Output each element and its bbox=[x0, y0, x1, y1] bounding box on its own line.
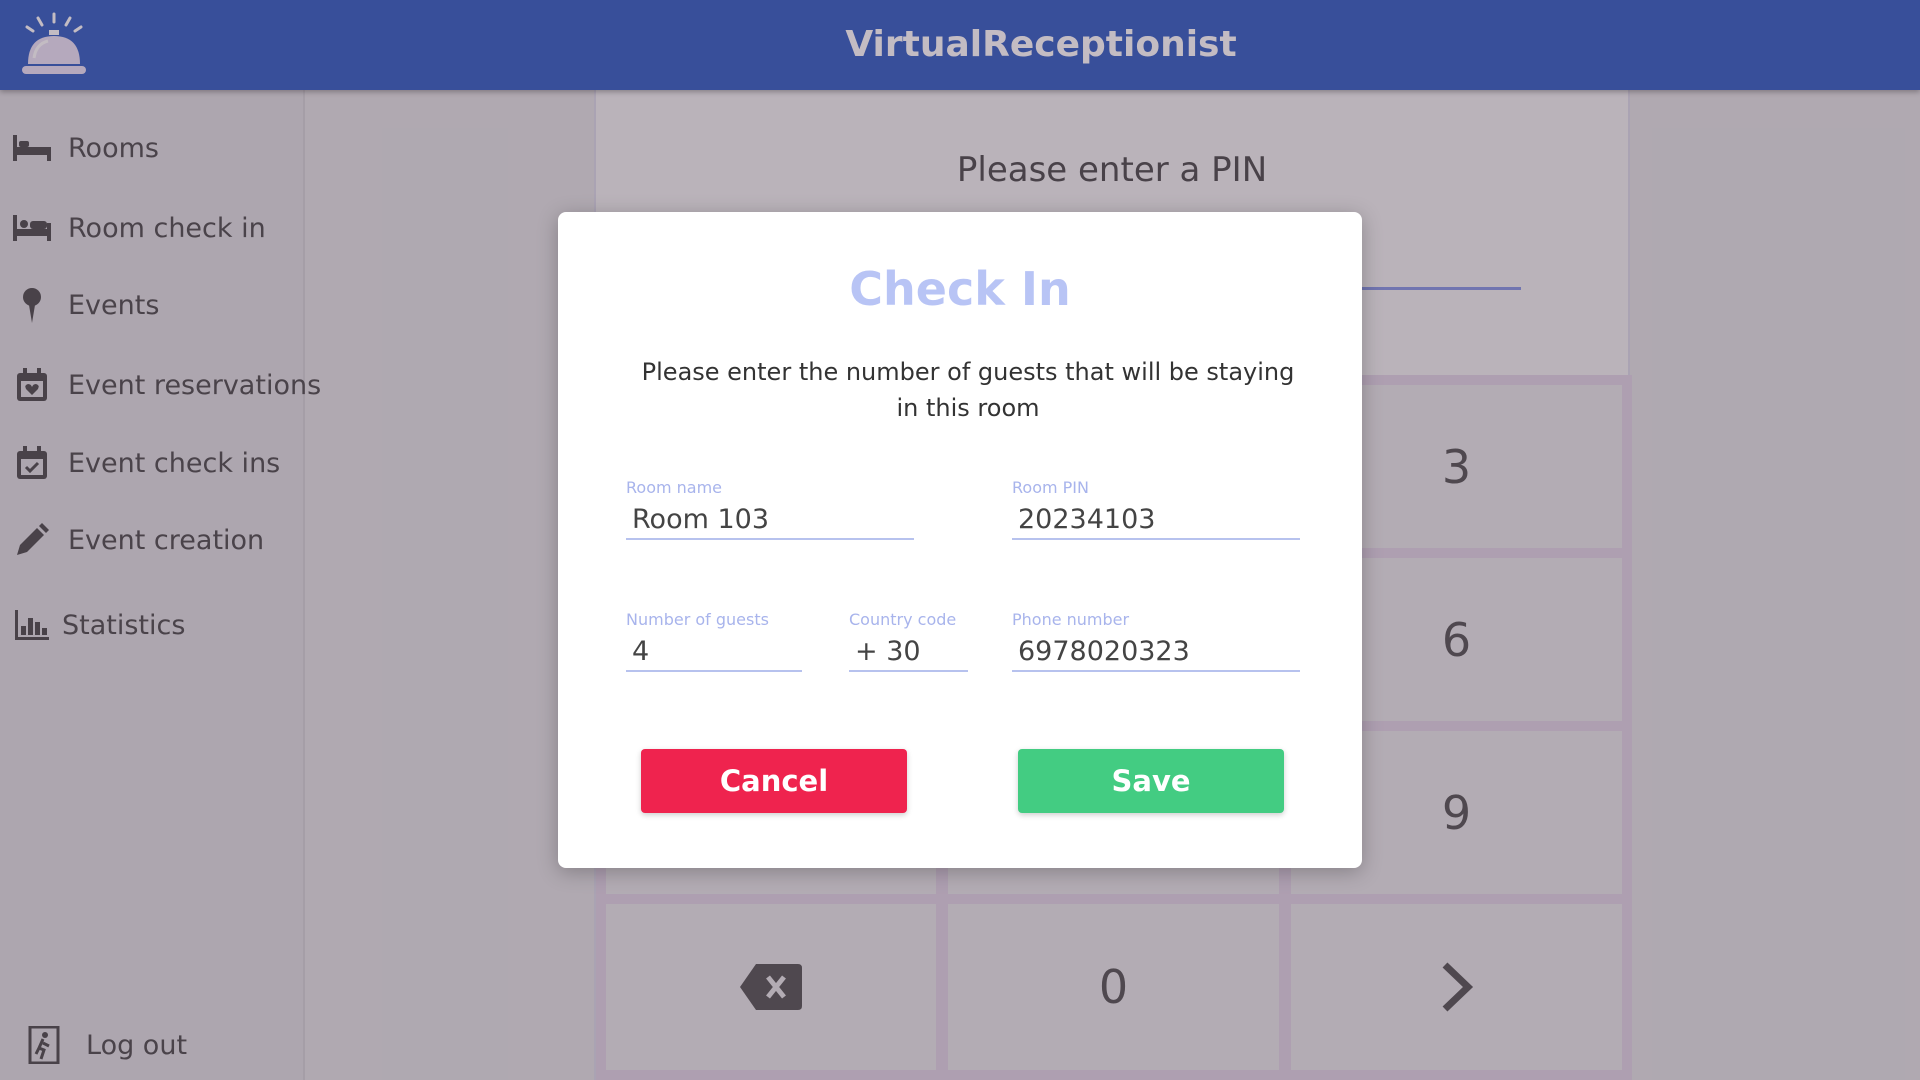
dialog-title: Check In bbox=[849, 262, 1071, 316]
phone-field[interactable]: Phone number 6978020323 bbox=[1012, 610, 1300, 672]
guests-label: Number of guests bbox=[626, 610, 769, 629]
country-code-input[interactable]: + 30 bbox=[849, 632, 968, 672]
room-pin-input[interactable]: 20234103 bbox=[1012, 500, 1300, 540]
guests-input[interactable]: 4 bbox=[626, 632, 802, 672]
country-code-label: Country code bbox=[849, 610, 957, 629]
guests-field[interactable]: Number of guests 4 bbox=[626, 610, 802, 672]
dialog-message: Please enter the number of guests that w… bbox=[641, 358, 1295, 422]
room-name-label: Room name bbox=[626, 478, 723, 497]
check-in-dialog: Check In Please enter the number of gues… bbox=[558, 212, 1362, 868]
save-button[interactable]: Save bbox=[1018, 749, 1284, 813]
country-code-field[interactable]: Country code + 30 bbox=[849, 610, 968, 672]
room-name-field[interactable]: Room name Room 103 bbox=[626, 478, 914, 540]
room-pin-field[interactable]: Room PIN 20234103 bbox=[1012, 478, 1300, 540]
room-pin-label: Room PIN bbox=[1012, 478, 1089, 497]
phone-input[interactable]: 6978020323 bbox=[1012, 632, 1300, 672]
phone-label: Phone number bbox=[1012, 610, 1130, 629]
room-name-input[interactable]: Room 103 bbox=[626, 500, 914, 540]
cancel-button[interactable]: Cancel bbox=[641, 749, 907, 813]
